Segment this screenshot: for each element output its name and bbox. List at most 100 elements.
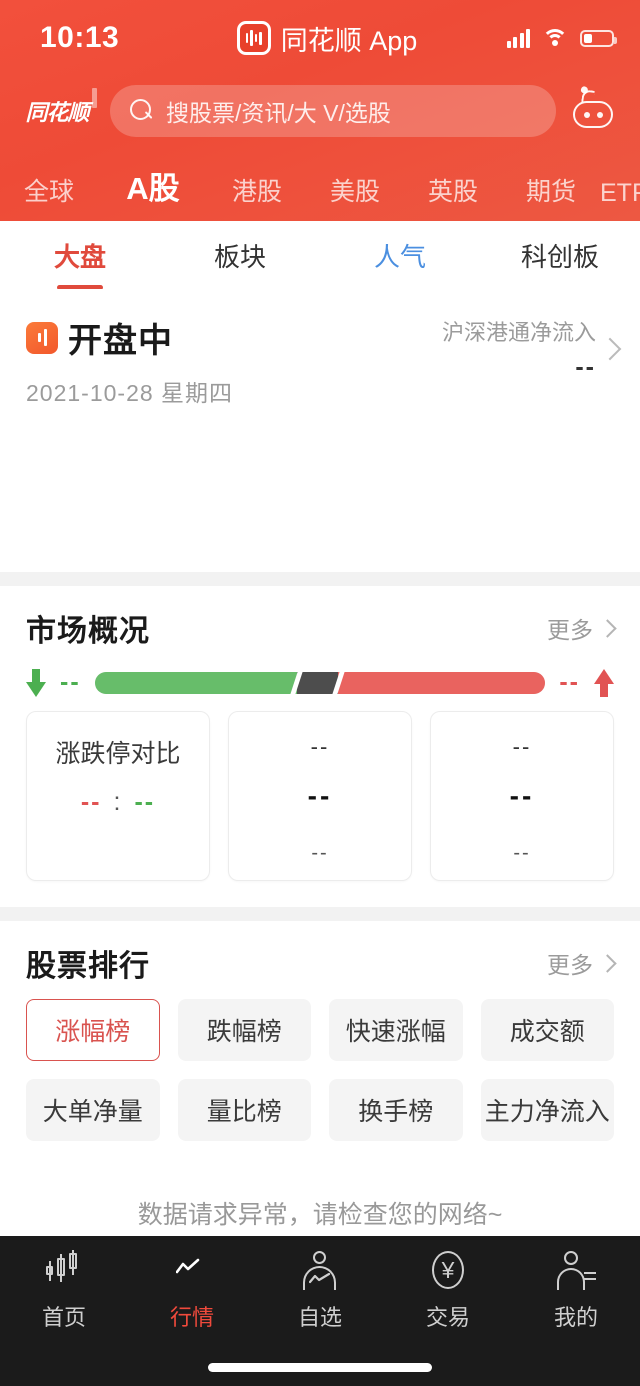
watchlist-person-icon xyxy=(298,1250,342,1292)
search-input[interactable]: 搜股票/资讯/大 V/选股 xyxy=(110,85,556,137)
advance-decline-row: -- -- xyxy=(26,668,614,697)
arrow-down-icon xyxy=(26,669,46,697)
brand-logo: 同花顺 xyxy=(18,94,96,128)
sub-tab-kechuangban[interactable]: 科创板 xyxy=(480,237,640,274)
market-overview-more-link[interactable]: 更多 xyxy=(547,611,614,645)
bar-segment-flat xyxy=(297,672,338,694)
stat-card-top-value: -- xyxy=(311,734,330,760)
market-overview-header: 市场概况 更多 xyxy=(26,606,614,650)
advance-decline-bar xyxy=(95,672,546,694)
market-tab-futures[interactable]: 期货 xyxy=(502,172,600,208)
stock-ranking-more-link[interactable]: 更多 xyxy=(547,946,614,980)
limit-compare-separator: : xyxy=(114,788,123,817)
sub-tabs: 大盘 板块 人气 科创板 xyxy=(0,221,640,289)
profile-person-icon xyxy=(554,1250,598,1292)
stat-card-top-value: -- xyxy=(513,734,532,760)
stock-ranking-chips: 涨幅榜 跌幅榜 快速涨幅 成交额 大单净量 量比榜 换手榜 主力净流入 xyxy=(26,999,614,1141)
market-tabs: 全球 A股 港股 美股 英股 期货 ETF xyxy=(0,146,640,218)
stat-card-bottom-value: -- xyxy=(513,842,530,865)
stock-ranking-section: 股票排行 更多 涨幅榜 跌幅榜 快速涨幅 成交额 大单净量 量比榜 换手榜 主力… xyxy=(0,921,640,1141)
section-divider xyxy=(0,572,640,586)
rank-chip-block-net-volume[interactable]: 大单净量 xyxy=(26,1079,160,1141)
robot-icon[interactable] xyxy=(570,88,616,134)
bar-segment-advance xyxy=(338,672,545,694)
yen-circle-icon: ¥ xyxy=(426,1250,470,1292)
stock-ranking-header: 股票排行 更多 xyxy=(26,941,614,985)
stock-ranking-more-label: 更多 xyxy=(547,946,593,980)
northbound-flow-entry[interactable]: 沪深港通净流入 -- xyxy=(442,315,618,382)
sub-tab-bankuai[interactable]: 板块 xyxy=(160,237,320,274)
rank-chip-turnover-rate[interactable]: 换手榜 xyxy=(329,1079,463,1141)
bottom-nav: 首页 行情 自选 xyxy=(0,1236,640,1386)
market-tab-global[interactable]: 全球 xyxy=(0,172,98,208)
rank-chip-main-inflow[interactable]: 主力净流入 xyxy=(481,1079,615,1141)
rank-chip-fast-gain[interactable]: 快速涨幅 xyxy=(329,999,463,1061)
market-overview-more-label: 更多 xyxy=(547,611,593,645)
decline-count: -- xyxy=(60,668,81,697)
market-stat-card[interactable]: -- -- -- xyxy=(228,711,412,881)
app-header: 10:13 同花顺 App 同花顺 搜股票/资讯/大 V/选股 xyxy=(0,0,640,221)
rank-chip-losers[interactable]: 跌幅榜 xyxy=(178,999,312,1061)
market-overview-section: 市场概况 更多 -- -- 涨 xyxy=(0,586,640,907)
limit-compare-values: -- : -- xyxy=(81,788,155,817)
status-bar: 10:13 同花顺 App xyxy=(0,0,640,76)
sub-tab-dapan-label: 大盘 xyxy=(54,242,106,272)
nav-item-watchlist[interactable]: 自选 xyxy=(256,1250,384,1332)
status-bar-app-title: 同花顺 App xyxy=(281,19,418,58)
wifi-icon xyxy=(542,29,568,48)
rank-chip-gainers[interactable]: 涨幅榜 xyxy=(26,999,160,1061)
limit-up-value: -- xyxy=(81,788,102,817)
brand-logo-text: 同花顺 xyxy=(25,95,88,127)
chevron-right-icon xyxy=(598,954,616,972)
market-tab-uk[interactable]: 英股 xyxy=(404,172,502,208)
nav-item-home[interactable]: 首页 xyxy=(0,1250,128,1332)
nav-item-home-label: 首页 xyxy=(42,1300,86,1332)
status-bar-indicators xyxy=(464,28,614,48)
quotes-chart-icon xyxy=(170,1250,214,1292)
search-row: 同花顺 搜股票/资讯/大 V/选股 xyxy=(0,76,640,146)
search-icon xyxy=(130,99,154,123)
brand-logo-tick xyxy=(92,88,97,108)
candlestick-app-icon xyxy=(237,21,271,55)
market-stat-cards: 涨跌停对比 -- : -- -- -- -- -- -- -- xyxy=(26,711,614,881)
status-bar-app-title-group: 同花顺 App xyxy=(190,19,464,58)
section-divider xyxy=(0,907,640,921)
stat-card-main-value: -- xyxy=(308,780,333,812)
app-screen: 10:13 同花顺 App 同花顺 搜股票/资讯/大 V/选股 xyxy=(0,0,640,1386)
stat-card-main-value: -- xyxy=(510,780,535,812)
chevron-right-icon xyxy=(598,619,616,637)
rank-chip-volume-ratio[interactable]: 量比榜 xyxy=(178,1079,312,1141)
market-tab-us[interactable]: 美股 xyxy=(306,172,404,208)
market-tab-hk[interactable]: 港股 xyxy=(208,172,306,208)
nav-item-trade-label: 交易 xyxy=(426,1300,470,1332)
limit-down-value: -- xyxy=(134,788,155,817)
sub-tab-dapan[interactable]: 大盘 xyxy=(0,237,160,274)
limit-compare-label: 涨跌停对比 xyxy=(55,734,180,770)
nav-item-trade[interactable]: ¥ 交易 xyxy=(384,1250,512,1332)
rank-chip-turnover-amount[interactable]: 成交额 xyxy=(481,999,615,1061)
market-tab-etf[interactable]: ETF xyxy=(600,179,640,208)
home-indicator xyxy=(208,1363,432,1372)
stock-ranking-title: 股票排行 xyxy=(26,941,150,985)
arrow-up-icon xyxy=(594,669,614,697)
bar-segment-decline xyxy=(95,672,298,694)
market-status-text: 开盘中 xyxy=(68,313,173,362)
northbound-flow-label: 沪深港通净流入 xyxy=(442,315,596,347)
nav-item-quotes-label: 行情 xyxy=(170,1300,214,1332)
battery-low-icon xyxy=(580,30,614,47)
market-tab-a-shares[interactable]: A股 xyxy=(98,163,208,208)
nav-item-profile-label: 我的 xyxy=(554,1300,598,1332)
stat-card-bottom-value: -- xyxy=(311,842,328,865)
market-status-block: 开盘中 2021-10-28 星期四 沪深港通净流入 -- xyxy=(0,289,640,572)
chevron-right-icon xyxy=(599,337,622,360)
nav-item-watchlist-label: 自选 xyxy=(298,1300,342,1332)
market-stat-card[interactable]: -- -- -- xyxy=(430,711,614,881)
candlestick-icon xyxy=(42,1250,86,1292)
status-bar-time: 10:13 xyxy=(40,21,190,55)
sub-tab-renqi[interactable]: 人气 xyxy=(320,237,480,274)
nav-item-profile[interactable]: 我的 xyxy=(512,1250,640,1332)
nav-item-quotes[interactable]: 行情 xyxy=(128,1250,256,1332)
search-placeholder: 搜股票/资讯/大 V/选股 xyxy=(166,94,391,128)
northbound-flow-value: -- xyxy=(442,353,596,382)
limit-compare-card[interactable]: 涨跌停对比 -- : -- xyxy=(26,711,210,881)
